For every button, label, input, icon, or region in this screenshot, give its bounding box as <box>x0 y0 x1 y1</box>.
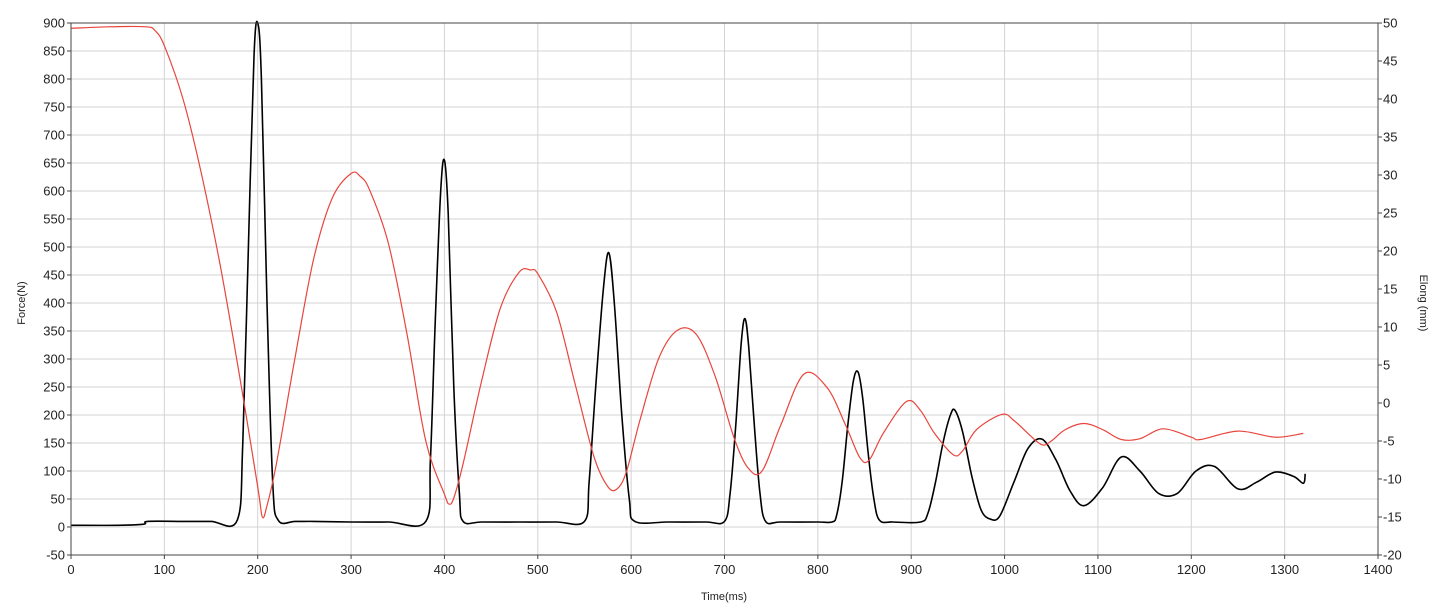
y-left-tick-label: 500 <box>43 240 65 255</box>
y-left-tick-label: 600 <box>43 184 65 199</box>
y-left-tick-label: 700 <box>43 128 65 143</box>
x-tick-label: 500 <box>527 562 549 577</box>
y-left-tick-label: 250 <box>43 380 65 395</box>
chart-svg: 0 100 200 300 400 500 600 700 800 900 1000 1100 1200… <box>16 16 1429 604</box>
x-tick-label: 700 <box>714 562 736 577</box>
x-tick-label: 1300 <box>1270 562 1299 577</box>
x-axis-label: Time(ms) <box>701 591 747 603</box>
y-right-tick-label: -20 <box>1383 548 1402 563</box>
y-left-tick-label: -50 <box>46 548 65 563</box>
y-right-axis-label: Elong (mm) <box>1417 275 1429 332</box>
y-right-tick-label: -15 <box>1383 510 1402 525</box>
x-tick-label: 1400 <box>1364 562 1393 577</box>
y-left-tick-label: 450 <box>43 268 65 283</box>
y-right-tick-label: 10 <box>1383 320 1397 335</box>
x-tick-label: 1000 <box>990 562 1019 577</box>
y-right-tick-label: 15 <box>1383 282 1397 297</box>
y-left-tick-label: 900 <box>43 16 65 31</box>
y-right-tick-label: 35 <box>1383 130 1397 145</box>
y-left-tick-label: 350 <box>43 324 65 339</box>
y-right-tick-label: -10 <box>1383 472 1402 487</box>
y-left-tick-label: 300 <box>43 352 65 367</box>
x-tick-label: 800 <box>807 562 829 577</box>
x-tick-label: 900 <box>900 562 922 577</box>
y-right-tick-label: 20 <box>1383 244 1397 259</box>
y-right-tick-label: 0 <box>1383 396 1390 411</box>
y-left-tick-label: 200 <box>43 408 65 423</box>
x-tick-label: 600 <box>620 562 642 577</box>
y-left-tick-label: 400 <box>43 296 65 311</box>
y-left-tick-label: 800 <box>43 72 65 87</box>
y-left-tick-label: 0 <box>58 520 65 535</box>
y-left-tick-label: 750 <box>43 100 65 115</box>
y-right-tick-label: 30 <box>1383 168 1397 183</box>
y-left-tick-label: 100 <box>43 464 65 479</box>
x-tick-label: 400 <box>434 562 456 577</box>
y-left-tick-label: 150 <box>43 436 65 451</box>
x-tick-label: 100 <box>154 562 176 577</box>
y-right-tick-label: 50 <box>1383 16 1397 31</box>
x-tick-label: 300 <box>340 562 362 577</box>
chart: 0 100 200 300 400 500 600 700 800 900 1000 1100 1200… <box>0 0 1445 608</box>
y-left-tick-label: 850 <box>43 44 65 59</box>
y-left-tick-label: 650 <box>43 156 65 171</box>
y-left-tick-label: 50 <box>51 492 65 507</box>
y-right-tick-label: 25 <box>1383 206 1397 221</box>
y-right-tick-label: 5 <box>1383 358 1390 373</box>
y-left-axis-label: Force(N) <box>16 281 28 324</box>
y-right-tick-label: 45 <box>1383 54 1397 69</box>
y-left-tick-label: 550 <box>43 212 65 227</box>
y-right-tick-label: -5 <box>1383 434 1395 449</box>
y-right-tick-label: 40 <box>1383 92 1397 107</box>
x-tick-label: 1200 <box>1177 562 1206 577</box>
x-tick-label: 1100 <box>1084 562 1112 577</box>
x-tick-label: 0 <box>67 562 74 577</box>
x-tick-label: 200 <box>247 562 269 577</box>
